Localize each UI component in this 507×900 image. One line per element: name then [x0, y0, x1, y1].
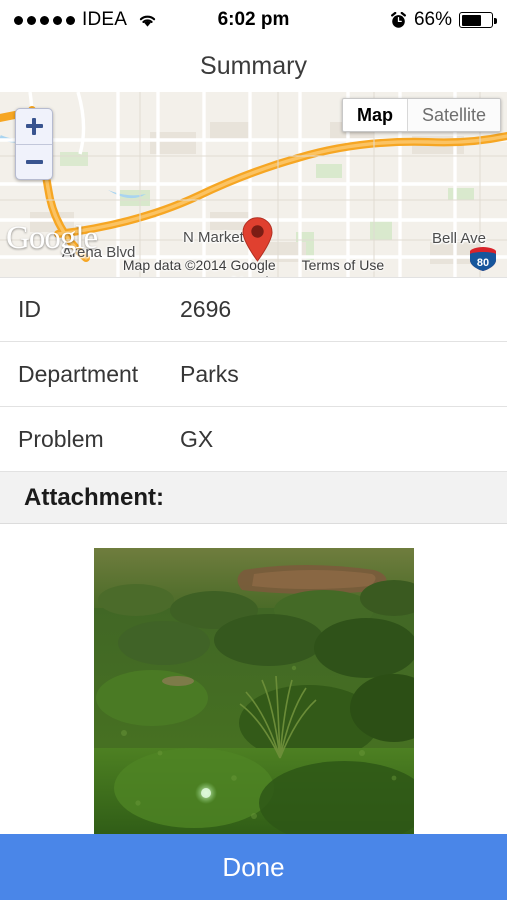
- detail-row: ID 2696: [0, 277, 507, 342]
- wifi-icon: [137, 12, 158, 28]
- zoom-out-button[interactable]: [16, 145, 52, 180]
- carrier-name: IDEA: [82, 9, 128, 30]
- detail-row-value: GX: [180, 425, 214, 452]
- map-type-satellite-button[interactable]: Satellite: [407, 99, 500, 131]
- map-street-label: Bell Ave: [432, 230, 486, 247]
- detail-list: ID 2696 Department Parks Problem GX: [0, 277, 507, 472]
- attachment-section-body: [0, 524, 507, 838]
- zoom-in-button[interactable]: [16, 109, 52, 145]
- detail-row-label: Problem: [18, 425, 104, 452]
- detail-row-value: Parks: [180, 360, 239, 387]
- map-view[interactable]: Map Satellite 80 Arena Blvd N Market Bell …: [0, 92, 507, 277]
- page-header: Summary: [0, 40, 507, 92]
- map-data-credit: Map data ©2014 Google: [122, 257, 276, 273]
- map-zoom-controls[interactable]: [15, 108, 53, 180]
- google-watermark: Google: [6, 220, 98, 256]
- attachment-heading: Attachment:: [24, 483, 165, 511]
- alarm-clock-icon: [390, 11, 407, 29]
- status-bar-right: 66%: [390, 9, 497, 31]
- terms-of-use-link[interactable]: Terms of Use: [302, 257, 384, 273]
- done-button[interactable]: Done: [0, 834, 507, 900]
- attachment-photo-image: [93, 548, 414, 838]
- map-type-map-button[interactable]: Map: [343, 99, 408, 131]
- map-pin-icon[interactable]: [241, 216, 274, 262]
- detail-row: Problem GX: [0, 407, 507, 472]
- map-attribution: Map data ©2014 Google Terms of Use: [0, 257, 507, 273]
- detail-row: Department Parks: [0, 342, 507, 407]
- map-type-toggle[interactable]: Map Satellite: [341, 98, 501, 132]
- status-bar-left: IDEA: [14, 9, 158, 31]
- status-bar: IDEA 6:02 pm 66%: [0, 0, 507, 40]
- page-title: Summary: [200, 51, 307, 80]
- battery-icon: [459, 12, 497, 28]
- attachment-section-header: Attachment:: [0, 472, 507, 524]
- battery-percent: 66%: [413, 9, 452, 30]
- signal-strength-icon: [14, 15, 75, 25]
- map-street-label: North: [231, 274, 275, 277]
- detail-row-label: Department: [18, 360, 139, 387]
- map-street-label: N Market: [183, 229, 244, 246]
- attachment-photo[interactable]: [93, 548, 414, 838]
- detail-row-label: ID: [18, 296, 41, 322]
- detail-row-value: 2696: [180, 296, 232, 322]
